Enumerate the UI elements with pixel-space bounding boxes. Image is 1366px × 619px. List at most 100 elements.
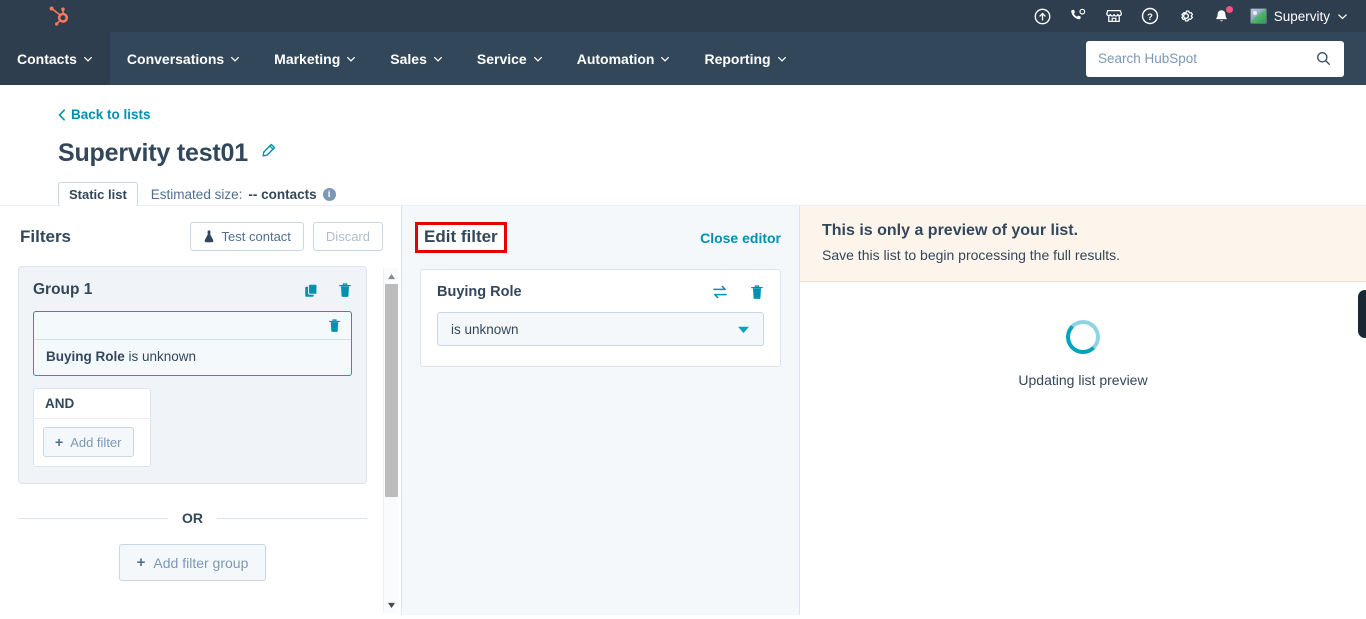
edit-filter-card: Buying Role is unknown (420, 269, 781, 367)
divider-line-right (217, 517, 367, 519)
svg-text:?: ? (1147, 12, 1153, 23)
scroll-up-arrow-icon[interactable] (387, 268, 396, 284)
filter-operator-text: is unknown (124, 349, 197, 364)
global-search[interactable] (1086, 40, 1344, 77)
nav-item-label: Contacts (17, 50, 77, 67)
filters-actions: Test contact Discard (189, 222, 383, 251)
search-input[interactable] (1098, 51, 1315, 66)
scrollbar-track[interactable] (384, 284, 399, 597)
nav-item-marketing[interactable]: Marketing (257, 32, 373, 85)
hubspot-logo[interactable] (0, 0, 118, 32)
edit-filter-card-header: Buying Role (437, 284, 764, 300)
list-meta-row: Static list Estimated size: -- contacts … (58, 181, 1366, 207)
chevron-down-icon (231, 56, 240, 62)
or-divider: OR (18, 510, 367, 526)
estimated-size-value: -- contacts (248, 186, 317, 202)
nav-item-automation[interactable]: Automation (560, 32, 688, 85)
delete-group-icon[interactable] (338, 282, 352, 298)
info-icon[interactable]: i (322, 187, 336, 201)
operator-select-value: is unknown (451, 321, 519, 337)
chevron-down-icon (83, 56, 92, 62)
page-title: Supervity test01 (58, 138, 248, 167)
filters-scrollbar[interactable] (383, 268, 398, 613)
loading-label: Updating list preview (1018, 372, 1148, 388)
chevron-down-icon (661, 56, 670, 62)
utility-icon-group: ? Supervity (1034, 4, 1352, 25)
filter-group-name: Group 1 (33, 281, 93, 298)
chevron-down-icon[interactable] (737, 325, 750, 334)
nav-item-label: Marketing (274, 50, 341, 67)
plus-icon: + (55, 434, 64, 450)
preview-banner: This is only a preview of your list. Sav… (800, 206, 1366, 282)
avatar (1249, 8, 1267, 24)
plus-icon: + (136, 554, 146, 571)
marketplace-icon[interactable] (1105, 7, 1123, 25)
swap-property-icon[interactable] (712, 285, 728, 299)
chevron-left-icon (58, 108, 65, 121)
account-name: Supervity (1273, 8, 1330, 24)
nav-item-label: Service (476, 50, 527, 67)
and-label: AND (34, 389, 150, 419)
test-contact-button[interactable]: Test contact (189, 222, 304, 251)
estimated-size-label: Estimated size: (150, 186, 243, 202)
edit-filter-header: Edit filter Close editor (415, 222, 781, 253)
discard-button[interactable]: Discard (312, 222, 383, 251)
delete-filter-icon[interactable] (750, 284, 764, 300)
nav-item-service[interactable]: Service (460, 32, 560, 85)
filter-chip[interactable]: Buying Role is unknown (33, 311, 352, 376)
flask-icon (204, 230, 213, 243)
filters-title: Filters (20, 226, 72, 246)
or-label: OR (182, 510, 203, 526)
settings-icon[interactable] (1177, 7, 1195, 25)
preview-banner-title: This is only a preview of your list. (822, 222, 1079, 239)
nav-item-sales[interactable]: Sales (373, 32, 460, 85)
loading-spinner-icon (1066, 320, 1100, 354)
nav-item-reporting[interactable]: Reporting (687, 32, 803, 85)
calling-icon[interactable] (1069, 7, 1087, 25)
search-icon[interactable] (1315, 50, 1332, 67)
add-filter-group-button[interactable]: + Add filter group (118, 544, 267, 581)
nav-item-contacts[interactable]: Contacts (0, 32, 110, 85)
preview-loading-area: Updating list preview (800, 282, 1366, 388)
hubspot-sprocket-logo (49, 6, 69, 26)
help-icon[interactable]: ? (1141, 7, 1159, 25)
back-to-lists-link[interactable]: Back to lists (58, 107, 151, 122)
title-row: Supervity test01 (58, 139, 1366, 168)
account-menu[interactable]: Supervity (1249, 8, 1348, 24)
chevron-down-icon (533, 56, 542, 62)
add-filter-button[interactable]: + Add filter (43, 427, 134, 457)
edit-pencil-icon[interactable] (261, 143, 276, 163)
delete-filter-icon[interactable] (328, 318, 341, 333)
page-header: Back to lists Supervity test01 Static li… (0, 85, 1366, 256)
status-badge: Static list (58, 181, 138, 207)
scroll-down-arrow-icon[interactable] (387, 597, 396, 613)
close-editor-link[interactable]: Close editor (700, 230, 781, 246)
edit-filter-actions (712, 284, 764, 300)
filter-group-card: Group 1 Buying Role is unknown AND + Add… (18, 266, 367, 484)
nav-item-label: Automation (576, 50, 655, 67)
scrollbar-thumb[interactable] (384, 284, 398, 497)
nav-item-label: Conversations (126, 50, 225, 67)
add-filter-group-label: Add filter group (153, 554, 249, 571)
chevron-down-icon (1338, 13, 1347, 19)
nav-item-label: Reporting (704, 50, 771, 67)
edit-filter-title: Edit filter (415, 222, 507, 253)
notifications-icon[interactable] (1213, 4, 1234, 25)
preview-banner-subtitle: Save this list to begin processing the f… (822, 247, 1121, 263)
notification-badge (1224, 4, 1234, 14)
clone-group-icon[interactable] (304, 283, 319, 298)
filter-property-name: Buying Role (46, 349, 125, 364)
chevron-down-icon (433, 56, 442, 62)
test-contact-label: Test contact (221, 229, 291, 244)
operator-select[interactable]: is unknown (437, 312, 764, 346)
nav-item-conversations[interactable]: Conversations (110, 32, 257, 85)
side-panel-handle[interactable] (1358, 290, 1366, 338)
back-to-lists-label: Back to lists (71, 107, 151, 122)
filters-panel: Filters Test contact Discard Group 1 Buy… (0, 206, 402, 615)
filter-group-actions (304, 282, 352, 298)
main-navigation: Contacts Conversations Marketing Sales S… (0, 32, 1366, 85)
edit-filter-panel: Edit filter Close editor Buying Role is … (402, 206, 800, 615)
filters-scroll-area: Group 1 Buying Role is unknown AND + Add… (0, 266, 401, 615)
upgrade-icon[interactable] (1034, 8, 1051, 25)
